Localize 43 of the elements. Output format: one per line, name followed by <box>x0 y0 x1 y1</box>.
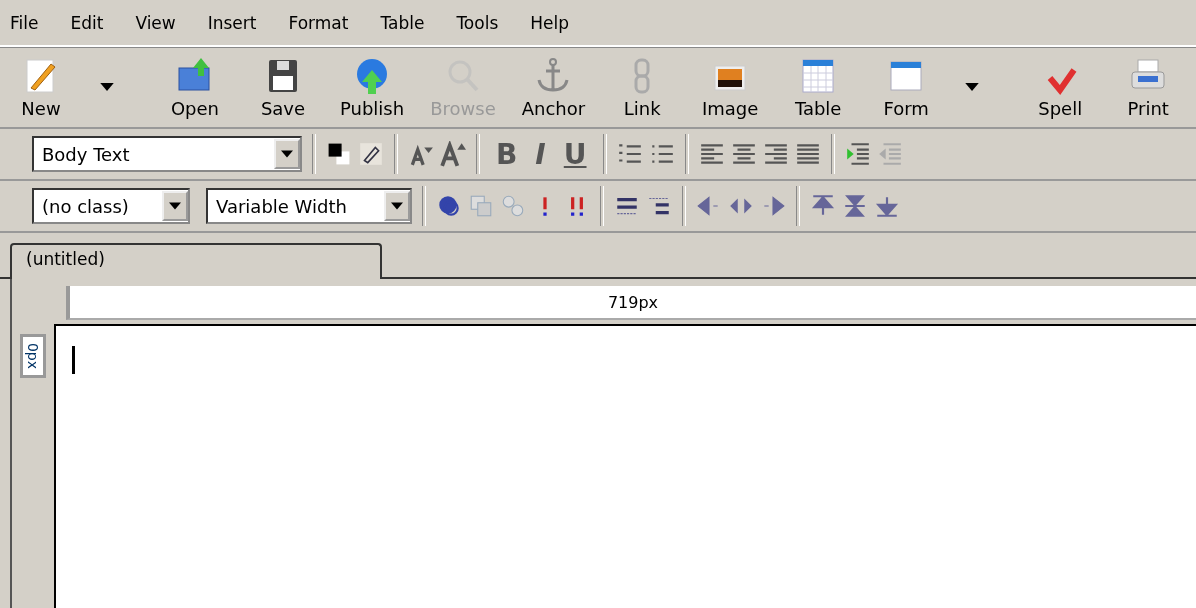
menu-item[interactable]: Format <box>282 12 375 33</box>
toolbar-button[interactable]: Link <box>605 55 680 119</box>
italic-button[interactable]: I <box>529 137 552 171</box>
indent-icon[interactable] <box>844 141 871 167</box>
menu-item[interactable]: View <box>129 12 202 33</box>
align-left-icon[interactable] <box>698 141 725 167</box>
class-dropdown[interactable]: (no class) <box>32 188 190 224</box>
align-middle-icon[interactable] <box>842 193 868 219</box>
text-color-icon[interactable] <box>326 141 352 167</box>
menu-item[interactable]: File <box>4 12 65 33</box>
menu-item[interactable]: Table <box>374 12 451 33</box>
menu-item[interactable]: Help <box>524 12 596 33</box>
font-dropdown[interactable]: Variable Width <box>206 188 412 224</box>
justify-icon[interactable] <box>794 141 821 167</box>
toolbar-button[interactable]: Print <box>1111 55 1186 119</box>
toolbar-button[interactable]: Spell <box>1023 55 1098 119</box>
globe-icon[interactable] <box>436 193 462 219</box>
align-right-icon[interactable] <box>762 141 789 167</box>
paragraph-style-dropdown[interactable]: Body Text <box>32 136 302 172</box>
menu-item[interactable]: Edit <box>64 12 130 33</box>
align-center-icon[interactable] <box>730 141 757 167</box>
toolbar-button[interactable]: Image <box>693 55 768 119</box>
toolbar-button[interactable]: Table <box>781 55 856 119</box>
vertical-ruler: 0px <box>20 334 46 378</box>
highlight-icon[interactable] <box>358 141 384 167</box>
toolbar-button[interactable]: New <box>4 55 78 119</box>
toolbar-button[interactable]: Save <box>246 55 320 119</box>
menu-item[interactable]: Tools <box>450 12 525 33</box>
dropdown-arrow-icon[interactable] <box>391 202 403 210</box>
document-tab[interactable]: (untitled) <box>10 243 382 279</box>
dropdown-arrow-icon[interactable] <box>281 150 293 158</box>
increase-font-icon[interactable] <box>440 141 466 167</box>
caret-icon[interactable] <box>100 82 114 92</box>
toolbar-button[interactable]: Publish <box>334 55 411 119</box>
toolbar-button[interactable]: Anchor <box>515 55 592 119</box>
horizontal-ruler: 719px <box>66 286 1196 320</box>
underline-button[interactable]: U <box>557 137 593 171</box>
dropdown-arrow-icon[interactable] <box>169 202 181 210</box>
caret-icon[interactable] <box>965 82 980 92</box>
toolbar-button[interactable]: Open <box>158 55 232 119</box>
menu-item[interactable]: Insert <box>201 12 283 33</box>
bold-button[interactable]: B <box>490 137 524 171</box>
toolbar-button[interactable]: Form <box>869 55 944 119</box>
